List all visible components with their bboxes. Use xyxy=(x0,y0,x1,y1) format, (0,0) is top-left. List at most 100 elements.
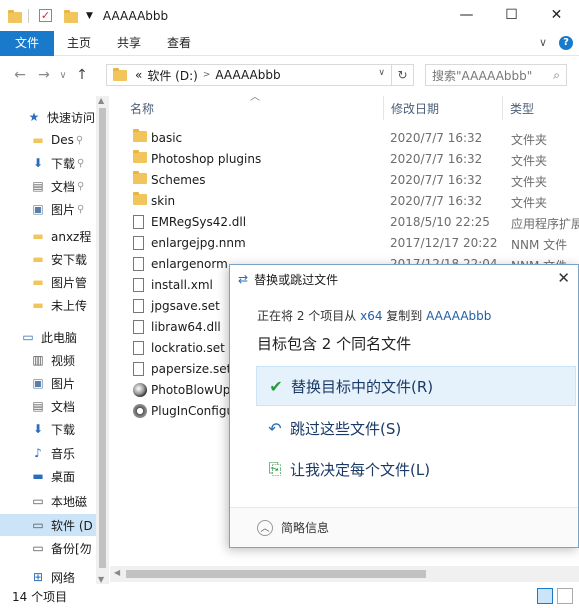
sidebar-item[interactable]: ▤ 文档 ⚲ xyxy=(0,175,96,197)
divider[interactable] xyxy=(502,96,503,120)
scroll-down-icon[interactable]: ▼ xyxy=(98,575,104,584)
sidebar-item[interactable]: ♪ 音乐 xyxy=(0,442,96,464)
fewer-details-link[interactable]: 简略信息 xyxy=(281,519,329,536)
file-row[interactable]: basic 2020/7/7 16:32 文件夹 xyxy=(125,128,579,149)
divider[interactable] xyxy=(383,96,384,120)
sidebar-item-label: 图片 xyxy=(51,376,76,391)
dialog-close-button[interactable]: ✕ xyxy=(557,269,570,287)
file-row[interactable]: EMRegSys42.dll 2018/5/10 22:25 应用程序扩展 xyxy=(125,212,579,233)
sidebar-item[interactable]: ▬ 桌面 xyxy=(0,465,96,487)
column-date[interactable]: 修改日期 xyxy=(391,100,439,117)
sidebar-item-label: 图片管 xyxy=(51,275,88,290)
maximize-button[interactable]: ☐ xyxy=(489,0,534,31)
sidebar-item[interactable]: ▤ 文档 xyxy=(0,395,96,417)
recent-locations-icon[interactable]: ∨ xyxy=(56,70,70,81)
folder-icon xyxy=(113,67,127,81)
file-name: PhotoBlowUp xyxy=(151,383,231,397)
file-name: jpgsave.set xyxy=(151,299,220,313)
refresh-button[interactable]: ↻ xyxy=(391,65,413,85)
replace-files-option[interactable]: ✔ 替换目标中的文件(R) xyxy=(256,366,576,406)
divider xyxy=(28,8,29,23)
sidebar-item[interactable]: ▬ anxz程 xyxy=(0,225,96,247)
sidebar-item[interactable]: ▭ 此电脑 xyxy=(0,326,96,348)
sidebar-scrollbar[interactable]: ▲ ▼ xyxy=(96,96,109,584)
scroll-up-icon[interactable]: ▲ xyxy=(98,96,104,105)
file-row[interactable]: skin 2020/7/7 16:32 文件夹 xyxy=(125,191,579,212)
sidebar-item-label: 下载 xyxy=(51,156,76,171)
scroll-thumb[interactable] xyxy=(99,108,106,568)
folder-icon xyxy=(133,131,147,145)
up-button[interactable]: ↑ xyxy=(70,67,94,83)
subtitle-middle: 复制到 xyxy=(386,309,423,323)
file-row[interactable]: Schemes 2020/7/7 16:32 文件夹 xyxy=(125,170,579,191)
sidebar-item[interactable]: ▥ 视频 xyxy=(0,349,96,371)
address-dropdown-icon[interactable]: ∨ xyxy=(378,68,385,78)
tab-share[interactable]: 共享 xyxy=(104,31,154,56)
sidebar-item-label: 音乐 xyxy=(51,446,76,461)
back-button[interactable]: ← xyxy=(8,67,32,83)
sidebar-item-label: 桌面 xyxy=(51,469,76,484)
sidebar-item-label: 未上传 xyxy=(51,298,88,313)
sidebar-item[interactable]: ▬ 未上传 xyxy=(0,294,96,316)
forward-button[interactable]: → xyxy=(32,67,56,83)
breadcrumb-overflow[interactable]: « xyxy=(135,68,142,82)
collapse-details-icon[interactable]: ︿ xyxy=(257,519,273,536)
search-input[interactable]: 搜索"AAAAAbbb" ⌕ xyxy=(425,64,567,86)
column-type[interactable]: 类型 xyxy=(510,100,534,117)
tab-home[interactable]: 主页 xyxy=(54,31,104,56)
skip-files-option[interactable]: ↶ 跳过这些文件(S) xyxy=(256,408,576,448)
replace-or-skip-dialog: ⇄ 替换或跳过文件 ✕ 正在将 2 个项目从 x64 复制到 AAAAAbbb … xyxy=(229,264,579,548)
source-folder-link[interactable]: x64 xyxy=(360,309,382,323)
sidebar-item[interactable]: ★ 快速访问 xyxy=(0,106,96,128)
properties-quick-icon[interactable]: ✓ xyxy=(39,9,52,22)
minimize-button[interactable]: — xyxy=(444,0,489,31)
help-icon[interactable]: ? xyxy=(559,36,573,50)
gear-icon xyxy=(133,404,147,421)
sidebar-item[interactable]: ⬇ 下载 ⚲ xyxy=(0,152,96,174)
file-type: 文件夹 xyxy=(511,154,548,168)
sidebar-item-label: 备份[勿 xyxy=(51,541,92,556)
sidebar-item[interactable]: ▬ 图片管 xyxy=(0,271,96,293)
breadcrumb-drive[interactable]: 软件 (D:) xyxy=(147,67,197,84)
file-date: 2018/5/10 22:25 xyxy=(390,215,490,229)
sidebar-item[interactable]: ▬ Des ⚲ xyxy=(0,129,96,151)
breadcrumb-folder[interactable]: AAAAAbbb xyxy=(215,68,280,82)
expand-ribbon-icon[interactable]: ∨ xyxy=(539,36,547,50)
download-icon: ⬇ xyxy=(32,156,44,170)
destination-folder-link[interactable]: AAAAAbbb xyxy=(426,309,491,323)
folder-icon: ▬ xyxy=(32,275,44,289)
decide-each-file-option[interactable]: ⎘ 让我决定每个文件(L) xyxy=(256,449,576,489)
folder-icon: ▬ xyxy=(32,298,44,312)
address-bar[interactable]: « 软件 (D:) > AAAAAbbb ∨ ↻ xyxy=(106,64,414,86)
file-row[interactable]: Photoshop plugins 2020/7/7 16:32 文件夹 xyxy=(125,149,579,170)
close-button[interactable]: ✕ xyxy=(534,0,579,31)
sidebar-item[interactable]: ▬ 安下载 xyxy=(0,248,96,270)
drive-icon: ▭ xyxy=(32,494,44,508)
sidebar-item[interactable]: ⊞ 网络 xyxy=(0,566,96,584)
chevron-right-icon[interactable]: > xyxy=(203,70,211,80)
sidebar-item[interactable]: ▭ 备份[勿 xyxy=(0,537,96,559)
sidebar-item-label: 软件 (D xyxy=(51,518,93,533)
column-name[interactable]: 名称 xyxy=(130,100,154,117)
tab-file[interactable]: 文件 xyxy=(0,30,55,56)
sidebar-item[interactable]: ▣ 图片 xyxy=(0,372,96,394)
large-icons-view-icon[interactable] xyxy=(557,588,573,604)
network-icon: ⊞ xyxy=(32,570,44,584)
sidebar-item[interactable]: ▣ 图片 ⚲ xyxy=(0,198,96,220)
sidebar-item[interactable]: ▭ 本地磁 xyxy=(0,490,96,512)
horizontal-scrollbar[interactable]: ◀ xyxy=(110,566,579,582)
new-folder-quick-icon[interactable] xyxy=(64,9,78,23)
scroll-thumb[interactable] xyxy=(126,570,426,578)
folder-icon: ▬ xyxy=(32,133,44,147)
sidebar-item[interactable]: ⬇ 下载 xyxy=(0,418,96,440)
file-name: enlargenorm xyxy=(151,257,228,271)
tab-view[interactable]: 查看 xyxy=(154,31,204,56)
quick-access-dropdown-icon[interactable]: ▼ xyxy=(86,11,93,21)
file-row[interactable]: enlargejpg.nnm 2017/12/17 20:22 NNM 文件 xyxy=(125,233,579,254)
details-view-icon[interactable] xyxy=(537,588,553,604)
folder-icon xyxy=(133,173,147,187)
scroll-left-icon[interactable]: ◀ xyxy=(114,568,120,577)
sidebar-item[interactable]: ▭ 软件 (D xyxy=(0,514,96,536)
checkmark-icon: ✔ xyxy=(269,376,283,396)
subtitle-prefix: 正在将 2 个项目从 xyxy=(257,309,357,323)
